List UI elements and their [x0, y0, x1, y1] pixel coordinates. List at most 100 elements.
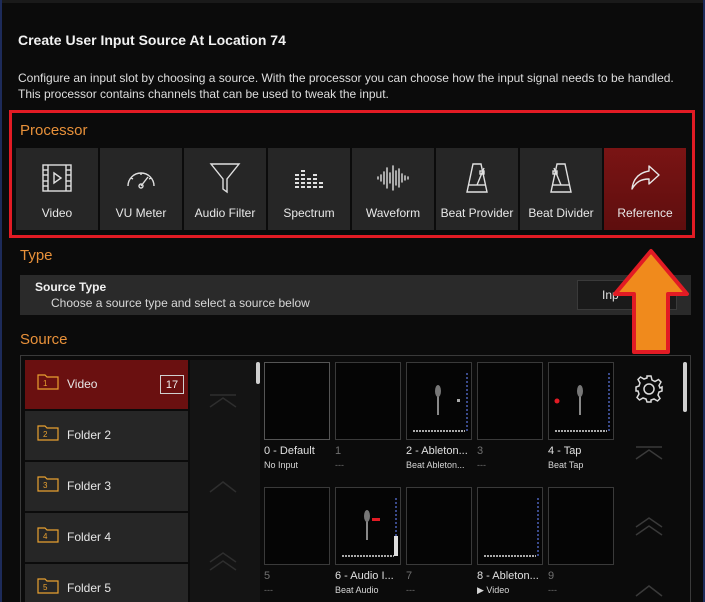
- folder-count-badge: 17: [160, 375, 184, 394]
- tile-title: 8 - Ableton...: [477, 570, 539, 582]
- folder-icon: 4: [37, 527, 59, 543]
- video-icon: [42, 164, 72, 192]
- processor-audio-filter-button[interactable]: Audio Filter: [184, 148, 266, 230]
- processor-button-label: Spectrum: [283, 206, 335, 220]
- tile-subtitle: Beat Ableton...: [406, 460, 465, 470]
- processor-video-button[interactable]: Video: [16, 148, 98, 230]
- tile-title: 0 - Default: [264, 445, 315, 457]
- scroll-page-up-icon[interactable]: [634, 515, 664, 537]
- gear-icon[interactable]: [634, 374, 664, 404]
- tile-subtitle: ---: [548, 585, 557, 595]
- processor-button-label: VU Meter: [115, 206, 167, 220]
- tile-title: 7: [406, 570, 413, 582]
- type-section-label: Type: [20, 247, 53, 264]
- tile-title: 4 - Tap: [548, 445, 582, 457]
- dialog-description: Configure an input slot by choosing a so…: [18, 71, 674, 101]
- svg-text:4: 4: [43, 532, 48, 541]
- svg-text:5: 5: [43, 583, 48, 592]
- processor-beat-provider-button[interactable]: Beat Provider: [436, 148, 518, 230]
- source-tile[interactable]: 6 - Audio I... Beat Audio: [335, 487, 401, 595]
- tile-thumbnail: [264, 487, 330, 565]
- tile-subtitle: ---: [335, 460, 344, 470]
- tile-title: 2 - Ableton...: [406, 445, 468, 457]
- source-tile[interactable]: 8 - Ableton... ▶ Video: [477, 487, 543, 596]
- callout-arrow-icon: [613, 249, 689, 354]
- processor-beat-divider-button[interactable]: Beat Divider: [520, 148, 602, 230]
- processor-reference-button[interactable]: Reference: [604, 148, 686, 230]
- scroll-up-icon[interactable]: [208, 478, 238, 494]
- tile-title: 1: [335, 445, 342, 457]
- tile-thumbnail: [406, 487, 472, 565]
- tile-thumbnail: [335, 362, 401, 440]
- processor-waveform-button[interactable]: Waveform: [352, 148, 434, 230]
- source-tile[interactable]: 5 ---: [264, 487, 330, 595]
- metronome-preview-icon: [413, 373, 468, 432]
- processor-button-row: Video VU Meter Audio Filter Spectrum Wav…: [16, 148, 686, 230]
- source-tile[interactable]: 4 - Tap Beat Tap: [548, 362, 614, 470]
- tile-subtitle: ---: [477, 460, 486, 470]
- grid-control-column: [624, 360, 687, 602]
- waveform-icon: [377, 165, 409, 191]
- share-arrow-icon: [631, 165, 660, 190]
- tile-thumbnail: [335, 487, 401, 565]
- tile-title: 5: [264, 570, 271, 582]
- tile-thumbnail: [548, 487, 614, 565]
- processor-button-label: Video: [41, 206, 73, 220]
- folder-item-folder-2[interactable]: 2 Folder 2: [25, 411, 188, 460]
- source-tile[interactable]: 3 ---: [477, 362, 543, 470]
- source-type-panel: Source Type Choose a source type and sel…: [20, 275, 691, 315]
- metronome-icon: [550, 163, 572, 193]
- tile-thumbnail: [477, 487, 543, 565]
- tile-title: 9: [548, 570, 555, 582]
- folder-icon: 3: [37, 476, 59, 492]
- svg-text:3: 3: [43, 481, 48, 490]
- metronome-icon: [466, 163, 488, 193]
- processor-spectrum-button[interactable]: Spectrum: [268, 148, 350, 230]
- processor-button-label: Audio Filter: [194, 206, 256, 220]
- tile-subtitle: ---: [406, 585, 415, 595]
- scroll-to-top-icon[interactable]: [634, 445, 664, 461]
- source-tile[interactable]: 2 - Ableton... Beat Ableton...: [406, 362, 472, 470]
- tile-thumbnail: [548, 362, 614, 440]
- folder-item-folder-5[interactable]: 5 Folder 5: [25, 564, 188, 602]
- scroll-up-icon[interactable]: [634, 582, 664, 598]
- funnel-icon: [209, 163, 241, 194]
- folder-name: Folder 2: [67, 428, 112, 442]
- audio-beat-preview-icon: [342, 498, 398, 557]
- tile-subtitle: ---: [264, 585, 273, 595]
- svg-text:2: 2: [43, 430, 48, 439]
- folder-name: Folder 4: [67, 530, 112, 544]
- processor-button-label: Beat Provider: [440, 206, 514, 220]
- folder-item-video[interactable]: 1 Video 17: [25, 360, 188, 409]
- video-preview-icon: [484, 498, 539, 557]
- folder-name: Video: [67, 377, 98, 391]
- processor-button-label: Waveform: [365, 206, 421, 220]
- scroll-to-top-icon[interactable]: [208, 393, 238, 409]
- source-tile[interactable]: 0 - Default No Input: [264, 362, 330, 470]
- svg-text:1: 1: [43, 379, 48, 388]
- dialog-title: Create User Input Source At Location 74: [18, 32, 286, 48]
- source-type-heading: Source Type: [35, 280, 107, 294]
- processor-button-label: Reference: [617, 206, 673, 220]
- processor-vu-meter-button[interactable]: VU Meter: [100, 148, 182, 230]
- tile-subtitle: ▶ Video: [477, 585, 510, 595]
- tile-thumbnail: [406, 362, 472, 440]
- scroll-page-up-icon[interactable]: [208, 550, 238, 572]
- folder-icon: 2: [37, 425, 59, 441]
- tile-subtitle: Beat Tap: [548, 460, 584, 470]
- spectrum-icon: [295, 170, 323, 188]
- folder-scrollbar[interactable]: [256, 362, 260, 384]
- folder-item-folder-4[interactable]: 4 Folder 4: [25, 513, 188, 562]
- tile-title: 6 - Audio I...: [335, 570, 394, 582]
- folder-name: Folder 3: [67, 479, 112, 493]
- grid-scrollbar[interactable]: [683, 362, 687, 412]
- folder-list: 1 Video 17 2 Folder 2 3 Folder 3 4 Folde…: [25, 360, 188, 602]
- source-tile[interactable]: 9 ---: [548, 487, 614, 595]
- source-tile[interactable]: 7 ---: [406, 487, 472, 595]
- folder-item-folder-3[interactable]: 3 Folder 3: [25, 462, 188, 511]
- source-type-hint: Choose a source type and select a source…: [51, 296, 310, 310]
- source-tile[interactable]: 1 ---: [335, 362, 401, 470]
- processor-button-label: Beat Divider: [528, 206, 594, 220]
- gauge-icon: [127, 172, 155, 189]
- tile-subtitle: Beat Audio: [335, 585, 379, 595]
